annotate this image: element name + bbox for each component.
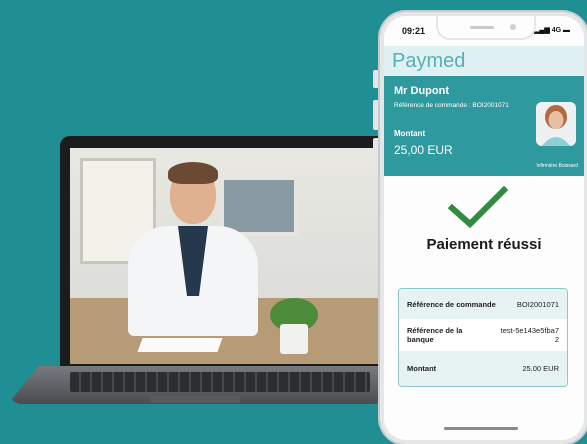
speaker-grille: [470, 26, 494, 29]
summary-row-amount: Montant 25.00 EUR: [399, 351, 567, 386]
status-time: 09:21: [402, 26, 426, 36]
summary-row-bank-ref: Référence de la banque test-5e143e5fba72: [399, 319, 567, 351]
order-reference: Référence de commande : BOI2001071: [394, 102, 509, 109]
nurse-name: Infirmière Boissard: [536, 163, 578, 169]
status-network: ▂▄▆ 4G ▬: [534, 26, 570, 34]
summary-label: Montant: [407, 364, 437, 373]
summary-label: Référence de commande: [407, 299, 496, 309]
app-logo: Paymed: [392, 50, 466, 72]
laptop-trackpad: [150, 395, 240, 403]
network-label: 4G: [551, 27, 562, 34]
notebook: [137, 338, 223, 352]
success-title: Paiement réussi: [426, 236, 542, 253]
summary-label: Référence de la banque: [407, 326, 463, 344]
amount-label: Montant: [394, 129, 426, 138]
video-call-display: [70, 148, 380, 364]
amount-value: 25,00 EUR: [394, 143, 453, 157]
plant-pot: [280, 324, 308, 354]
scene-monitor: [220, 176, 298, 236]
payment-info-panel: Mr Dupont Référence de commande : BOI200…: [384, 76, 584, 176]
phone-volume-down: [373, 138, 379, 168]
summary-value: BOI2001071: [516, 299, 559, 309]
summary-row-order-ref: Référence de commande BOI2001071: [399, 289, 567, 319]
laptop-screen: [60, 136, 390, 368]
phone: 09:21 ▂▄▆ 4G ▬ Paymed Mr Dupont Référenc…: [380, 12, 587, 444]
doctor-hair: [168, 162, 218, 184]
battery-icon: ▬: [563, 27, 570, 34]
phone-volume-up: [373, 100, 379, 130]
summary-value: test-5e143e5fba72: [500, 326, 559, 344]
summary-value: 25.00 EUR: [522, 364, 559, 373]
front-camera: [510, 24, 516, 30]
app-header: Paymed: [384, 46, 584, 76]
patient-name: Mr Dupont: [394, 85, 449, 97]
phone-mute-switch: [373, 70, 379, 88]
payment-summary-table: Référence de commande BOI2001071 Référen…: [398, 288, 568, 387]
signal-icon: ▂▄▆: [534, 27, 550, 34]
laptop-keyboard: [70, 372, 370, 392]
nurse-avatar: [536, 102, 576, 146]
home-indicator[interactable]: [444, 427, 518, 430]
check-icon: [448, 186, 508, 229]
